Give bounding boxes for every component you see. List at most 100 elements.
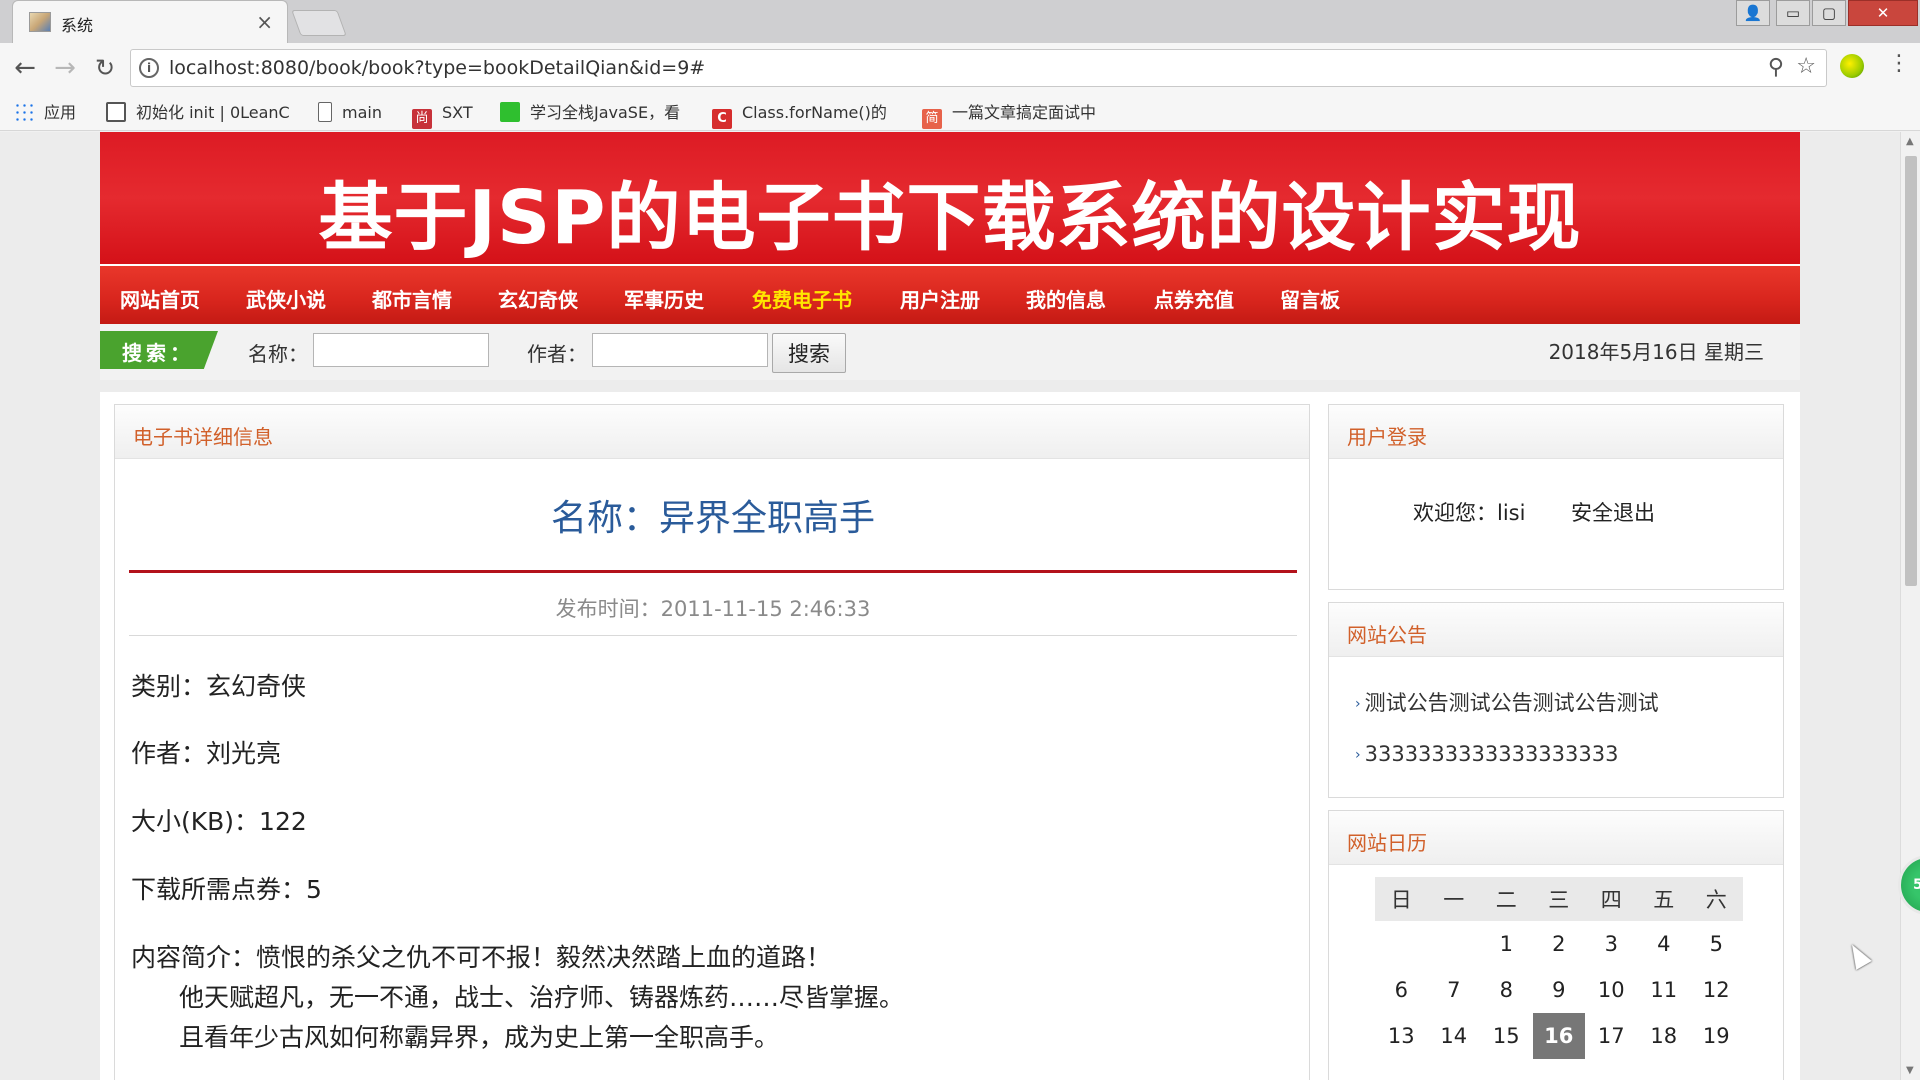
browser-menu-icon[interactable]: ⋮ [1888, 51, 1910, 76]
bookmark-sxt[interactable]: 尚 SXT [412, 102, 473, 129]
nav-fantasy[interactable]: 玄幻奇侠 [498, 284, 578, 313]
nav-message-board[interactable]: 留言板 [1280, 284, 1340, 313]
nav-wuxia[interactable]: 武侠小说 [246, 284, 326, 313]
close-window-button[interactable]: ✕ [1848, 0, 1918, 26]
calendar-week-row: 13 14 15 16 17 18 19 [1375, 1013, 1743, 1059]
bookmark-star-icon[interactable]: ☆ [1796, 54, 1816, 79]
calendar-day[interactable]: 4 [1638, 921, 1691, 967]
panel-header: 网站公告 [1329, 603, 1783, 657]
zoom-icon[interactable]: ⚲ [1768, 55, 1784, 80]
csdn-icon: C [712, 109, 732, 129]
calendar-day[interactable]: 14 [1428, 1013, 1481, 1059]
calendar-day[interactable]: 1 [1480, 921, 1533, 967]
wechat-icon [500, 102, 520, 122]
bookmark-javase[interactable]: 学习全栈JavaSE，看 [500, 102, 680, 124]
search-tag-label: 搜索： [122, 341, 194, 365]
calendar-day[interactable]: 6 [1375, 967, 1428, 1013]
maximize-button[interactable]: ▢ [1812, 0, 1846, 26]
bookmark-label: 学习全栈JavaSE，看 [530, 103, 681, 122]
logout-link[interactable]: 安全退出 [1571, 497, 1655, 527]
calendar-weekday-row: 日 一 二 三 四 五 六 [1375, 877, 1743, 921]
panel-header: 网站日历 [1329, 811, 1783, 865]
panel-title: 电子书详细信息 [133, 425, 273, 449]
notice-text: 测试公告测试公告测试公告测试 [1364, 691, 1659, 715]
reload-icon[interactable]: ↻ [90, 53, 120, 83]
extension-icon[interactable] [1840, 54, 1864, 78]
calendar-day[interactable]: 10 [1585, 967, 1638, 1013]
chevron-right-icon: › [1355, 747, 1361, 763]
book-size: 大小(KB)：122 [131, 807, 307, 836]
nav-romance[interactable]: 都市言情 [372, 284, 452, 313]
bookmark-classforname[interactable]: C Class.forName()的 [712, 102, 887, 129]
nav-register[interactable]: 用户注册 [900, 284, 980, 313]
scroll-up-arrow-icon[interactable]: ▲ [1906, 136, 1914, 147]
address-bar[interactable]: i localhost:8080/book/book?type=bookDeta… [130, 49, 1827, 87]
minimize-button[interactable]: ▭ [1776, 0, 1810, 26]
new-tab-button[interactable] [291, 10, 347, 36]
calendar-day[interactable]: 15 [1480, 1013, 1533, 1059]
notice-item[interactable]: › 测试公告测试公告测试公告测试 [1355, 687, 1659, 717]
scroll-thumb[interactable] [1905, 156, 1917, 586]
nav-home[interactable]: 网站首页 [120, 284, 200, 313]
weekday-header: 五 [1637, 877, 1690, 921]
calendar-day [1428, 921, 1481, 967]
nav-my-info[interactable]: 我的信息 [1026, 284, 1106, 313]
back-arrow-icon[interactable]: ← [10, 53, 40, 83]
download-points: 下载所需点券：5 [131, 875, 322, 904]
search-button[interactable]: 搜索 [772, 333, 846, 373]
calendar-day[interactable]: 11 [1638, 967, 1691, 1013]
forward-arrow-icon[interactable]: → [50, 53, 80, 83]
bookmark-main[interactable]: main [318, 102, 382, 124]
publish-time: 发布时间：2011-11-15 2:46:33 [555, 597, 871, 621]
calendar-day[interactable]: 17 [1585, 1013, 1638, 1059]
book-detail-panel: 电子书详细信息 名称：异界全职高手 发布时间：2011-11-15 2:46:3… [114, 404, 1310, 1080]
calendar-day[interactable]: 5 [1690, 921, 1743, 967]
page-scrollbar[interactable]: ▲ ▼ [1900, 132, 1920, 1080]
browser-tab[interactable]: 系统 × [12, 0, 288, 43]
current-date: 2018年5月16日 星期三 [1548, 340, 1764, 364]
name-input[interactable] [313, 333, 489, 367]
jianshu-icon: 简 [922, 109, 942, 129]
welcome-text: 欢迎您：lisi [1413, 501, 1526, 525]
bookmark-apps[interactable]: 应用 [14, 102, 76, 124]
calendar-day[interactable]: 9 [1533, 967, 1586, 1013]
nav-free-ebooks[interactable]: 免费电子书 [752, 284, 852, 313]
content-inner: 电子书详细信息 名称：异界全职高手 发布时间：2011-11-15 2:46:3… [100, 392, 1800, 1080]
notice-item[interactable]: › 3333333333333333333 [1355, 742, 1618, 766]
site-container: 基于JSP的电子书下载系统的设计实现 网站首页 武侠小说 都市言情 玄幻奇侠 军… [100, 132, 1800, 1080]
nav-recharge[interactable]: 点券充值 [1154, 284, 1234, 313]
scroll-down-arrow-icon[interactable]: ▼ [1906, 1065, 1914, 1076]
bookmark-interview[interactable]: 简一篇文章搞定面试中 [922, 102, 1097, 129]
panel-title: 用户登录 [1347, 425, 1427, 449]
url-text[interactable]: localhost:8080/book/book?type=bookDetail… [169, 57, 705, 79]
panel-header: 用户登录 [1329, 405, 1783, 459]
calendar-table: 日 一 二 三 四 五 六 1 2 3 4 5 6 7 8 9 10 11 12… [1375, 877, 1743, 1059]
bookmark-init[interactable]: 初始化 init | 0LeanC [106, 102, 290, 124]
calendar-day[interactable]: 12 [1690, 967, 1743, 1013]
site-info-icon[interactable]: i [139, 58, 159, 78]
page-favicon-icon [29, 12, 51, 32]
calendar-week-row: 6 7 8 9 10 11 12 [1375, 967, 1743, 1013]
calendar-day[interactable]: 2 [1533, 921, 1586, 967]
calendar-day[interactable]: 13 [1375, 1013, 1428, 1059]
calendar-day[interactable]: 8 [1480, 967, 1533, 1013]
browser-tab-strip: 系统 × 👤 ▭ ▢ ✕ [0, 0, 1920, 43]
page-viewport: 基于JSP的电子书下载系统的设计实现 网站首页 武侠小说 都市言情 玄幻奇侠 军… [0, 132, 1900, 1080]
bookmark-label: main [342, 103, 382, 122]
content-area: 电子书详细信息 名称：异界全职高手 发布时间：2011-11-15 2:46:3… [100, 380, 1800, 1080]
panel-title: 网站日历 [1347, 831, 1427, 855]
author-input[interactable] [592, 333, 768, 367]
calendar-day[interactable]: 7 [1428, 967, 1481, 1013]
main-nav: 网站首页 武侠小说 都市言情 玄幻奇侠 军事历史 免费电子书 用户注册 我的信息… [100, 266, 1800, 324]
info-divider [129, 635, 1297, 636]
calendar-week-row: 1 2 3 4 5 [1375, 921, 1743, 967]
tab-close-icon[interactable]: × [256, 10, 273, 34]
profile-icon[interactable]: 👤 [1736, 0, 1770, 26]
calendar-day[interactable]: 18 [1638, 1013, 1691, 1059]
calendar-day[interactable]: 19 [1690, 1013, 1743, 1059]
nav-military[interactable]: 军事历史 [624, 284, 704, 313]
calendar-day[interactable]: 3 [1585, 921, 1638, 967]
bookmark-label: 一篇文章搞定面试中 [952, 103, 1097, 122]
calendar-day-today[interactable]: 16 [1532, 1013, 1585, 1059]
weekday-header: 三 [1532, 877, 1585, 921]
